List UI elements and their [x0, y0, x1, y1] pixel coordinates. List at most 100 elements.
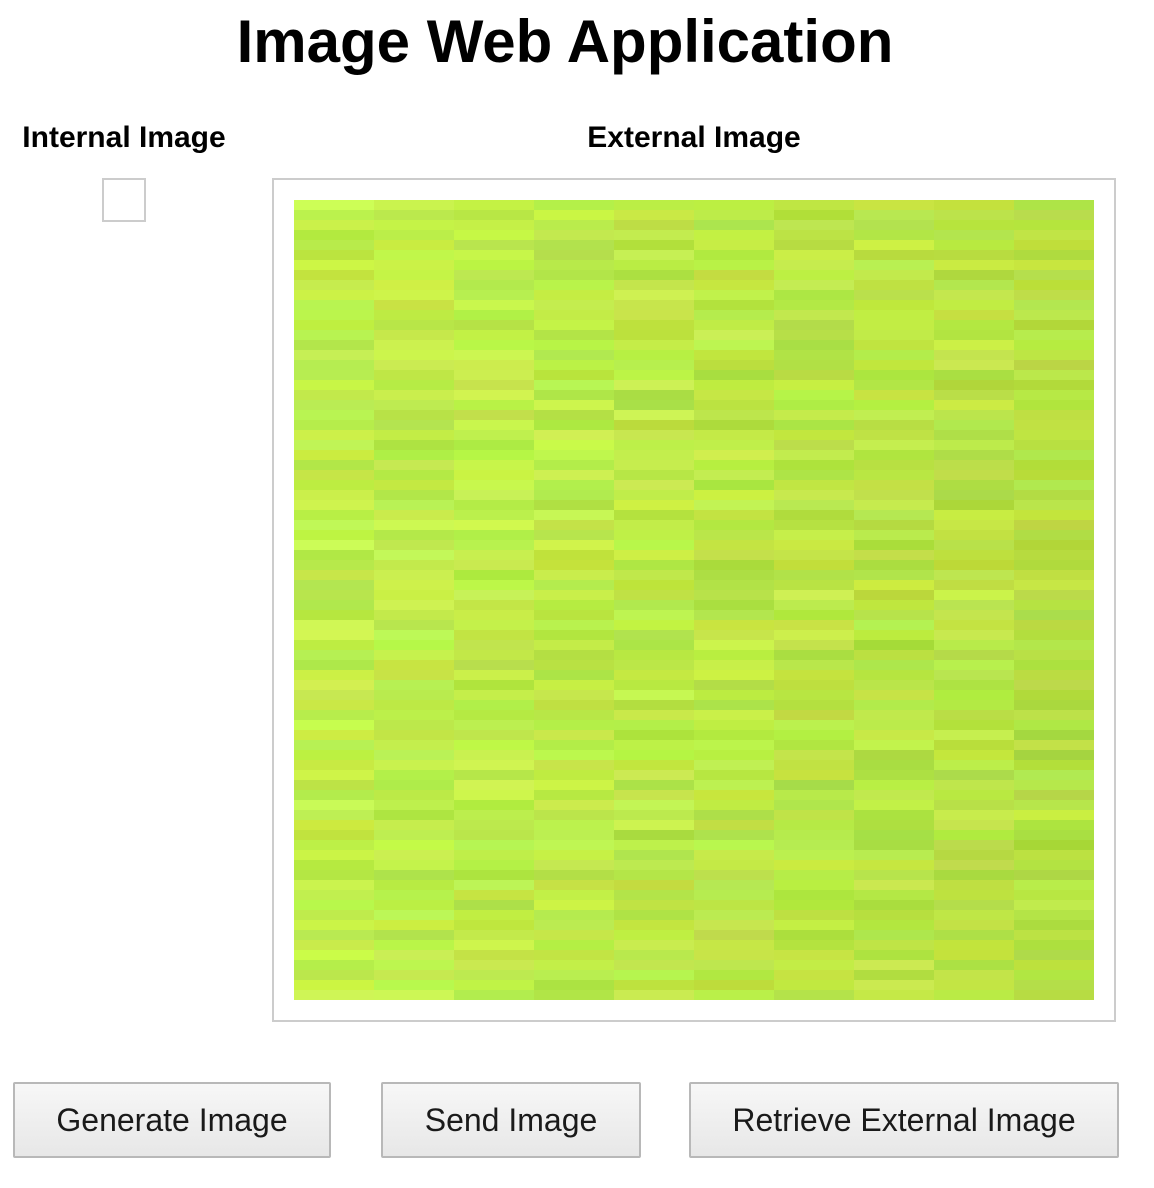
image-pixel-block [774, 430, 855, 441]
image-pixel-block [374, 440, 455, 451]
image-pixel-block [614, 840, 695, 851]
image-pixel-block [294, 990, 375, 1000]
image-pixel-block [694, 960, 775, 971]
image-pixel-block [534, 410, 615, 421]
image-pixel-block [854, 700, 935, 711]
image-pixel-block [534, 310, 615, 321]
image-pixel-block [374, 790, 455, 801]
image-pixel-block [534, 530, 615, 541]
image-pixel-block [1014, 250, 1094, 261]
image-pixel-block [294, 910, 375, 921]
image-pixel-block [694, 840, 775, 851]
image-pixel-block [614, 780, 695, 791]
image-pixel-block [854, 610, 935, 621]
image-pixel-block [1014, 440, 1094, 451]
image-pixel-block [374, 660, 455, 671]
image-pixel-block [694, 700, 775, 711]
image-pixel-block [534, 250, 615, 261]
image-pixel-block [694, 350, 775, 361]
image-pixel-block [374, 280, 455, 291]
image-pixel-block [374, 210, 455, 221]
image-pixel-block [1014, 700, 1094, 711]
image-pixel-block [854, 460, 935, 471]
image-pixel-block [534, 400, 615, 411]
image-pixel-block [454, 250, 535, 261]
image-pixel-block [374, 490, 455, 501]
image-pixel-block [694, 440, 775, 451]
image-pixel-block [294, 630, 375, 641]
image-pixel-block [694, 630, 775, 641]
image-pixel-block [534, 300, 615, 311]
image-pixel-block [534, 680, 615, 691]
image-pixel-block [934, 210, 1015, 221]
image-pixel-block [774, 400, 855, 411]
image-pixel-block [1014, 930, 1094, 941]
image-pixel-block [614, 730, 695, 741]
image-pixel-block [374, 550, 455, 561]
image-pixel-block [694, 950, 775, 961]
image-pixel-block [374, 990, 455, 1000]
retrieve-external-image-button[interactable]: Retrieve External Image [689, 1082, 1119, 1158]
image-pixel-block [774, 930, 855, 941]
image-pixel-block [854, 270, 935, 281]
image-pixel-block [534, 230, 615, 241]
image-pixel-block [774, 850, 855, 861]
image-pixel-block [374, 590, 455, 601]
image-pixel-block [454, 220, 535, 231]
image-pixel-block [294, 430, 375, 441]
image-pixel-block [614, 450, 695, 461]
image-pixel-block [1014, 510, 1094, 521]
image-pixel-block [1014, 410, 1094, 421]
image-pixel-block [1014, 730, 1094, 741]
image-pixel-block [694, 620, 775, 631]
image-pixel-block [374, 760, 455, 771]
image-pixel-block [294, 570, 375, 581]
image-pixel-block [694, 420, 775, 431]
image-pixel-block [534, 360, 615, 371]
image-pixel-block [1014, 370, 1094, 381]
image-pixel-block [774, 560, 855, 571]
image-pixel-block [294, 210, 375, 221]
image-pixel-block [774, 740, 855, 751]
image-pixel-block [1014, 210, 1094, 221]
image-pixel-block [854, 640, 935, 651]
image-pixel-block [934, 490, 1015, 501]
image-pixel-block [614, 220, 695, 231]
image-pixel-block [294, 670, 375, 681]
image-pixel-block [854, 790, 935, 801]
image-pixel-block [1014, 390, 1094, 401]
generate-image-button[interactable]: Generate Image [13, 1082, 331, 1158]
image-pixel-block [374, 800, 455, 811]
image-pixel-block [614, 210, 695, 221]
image-pixel-block [774, 310, 855, 321]
image-pixel-block [774, 330, 855, 341]
image-pixel-block [294, 870, 375, 881]
image-pixel-block [694, 260, 775, 271]
image-pixel-block [454, 770, 535, 781]
image-pixel-block [454, 880, 535, 891]
image-pixel-block [614, 590, 695, 601]
image-pixel-block [694, 890, 775, 901]
image-pixel-block [454, 600, 535, 611]
image-pixel-block [934, 980, 1015, 991]
image-pixel-block [374, 740, 455, 751]
image-pixel-block [1014, 890, 1094, 901]
image-pixel-block [614, 240, 695, 251]
image-pixel-block [1014, 620, 1094, 631]
image-pixel-block [614, 490, 695, 501]
image-pixel-block [1014, 860, 1094, 871]
image-pixel-block [534, 750, 615, 761]
image-pixel-block [294, 620, 375, 631]
image-pixel-block [374, 750, 455, 761]
image-pixel-block [294, 490, 375, 501]
send-image-button[interactable]: Send Image [381, 1082, 641, 1158]
image-pixel-block [614, 470, 695, 481]
image-pixel-block [934, 680, 1015, 691]
image-pixel-block [614, 370, 695, 381]
image-pixel-block [774, 270, 855, 281]
image-pixel-block [614, 460, 695, 471]
image-pixel-block [694, 730, 775, 741]
image-pixel-block [934, 790, 1015, 801]
image-pixel-block [614, 300, 695, 311]
image-pixel-block [934, 710, 1015, 721]
